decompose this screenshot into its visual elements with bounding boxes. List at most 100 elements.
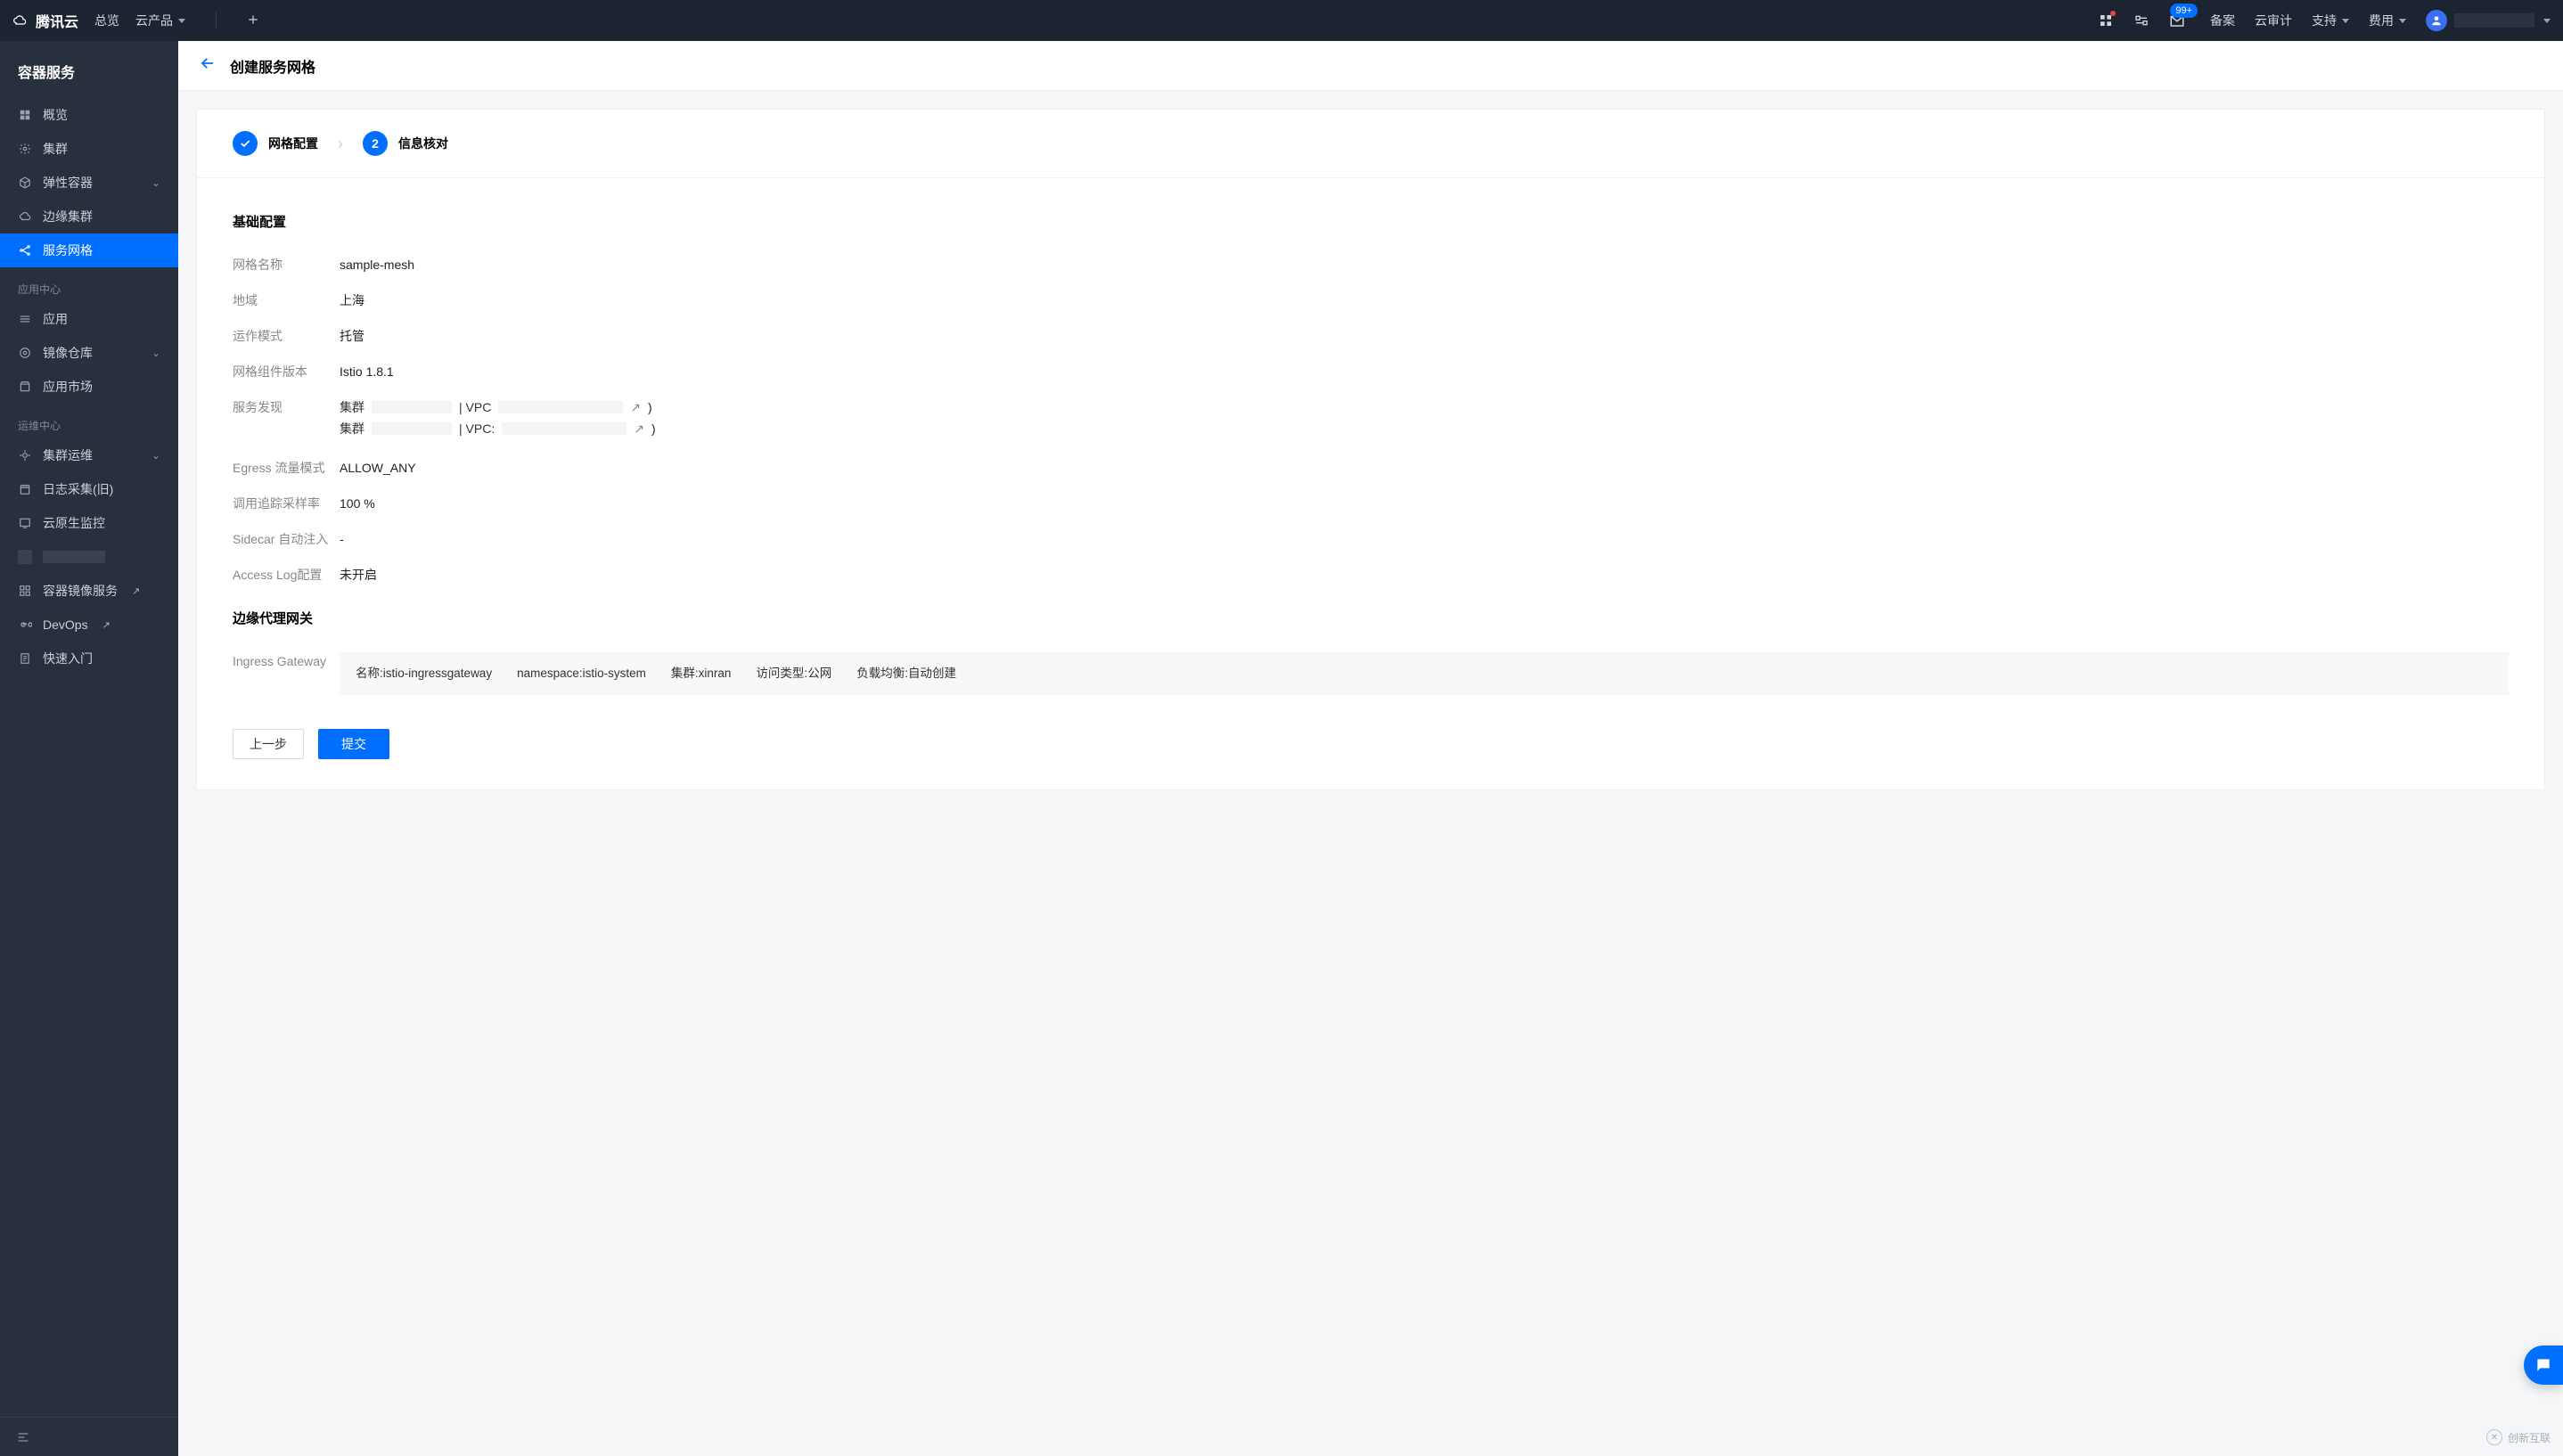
sidebar-item-clusterops[interactable]: 集群运维 ⌄: [0, 438, 178, 472]
row-sidecar: Sidecar 自动注入 -: [233, 521, 2509, 557]
user-menu[interactable]: [2426, 10, 2551, 31]
field-value: 托管: [340, 327, 364, 345]
apps-icon[interactable]: [2098, 12, 2114, 29]
row-version: 网格组件版本 Istio 1.8.1: [233, 354, 2509, 389]
nav-cost[interactable]: 费用: [2369, 12, 2406, 29]
sidebar-label: 集群: [43, 140, 68, 158]
top-bar: 腾讯云 总览 云产品 99+ 备案 云审计 支持 费用: [0, 0, 2563, 41]
step-2[interactable]: 2 信息核对: [363, 131, 448, 156]
field-label: 调用追踪采样率: [233, 495, 340, 512]
row-egress: Egress 流量模式 ALLOW_ANY: [233, 450, 2509, 486]
redacted: [372, 401, 452, 413]
nav-beian[interactable]: 备案: [2210, 12, 2235, 29]
form-card: 网格配置 › 2 信息核对 基础配置 网格名称 sample-mesh 地域 上…: [196, 109, 2545, 790]
page-title: 创建服务网格: [230, 55, 315, 77]
tools-icon[interactable]: [2133, 12, 2149, 29]
sidebar-item-redacted[interactable]: [0, 540, 178, 574]
sidebar-label: 概览: [43, 106, 68, 124]
separator: [216, 12, 217, 29]
sidebar: 容器服务 概览 集群 弹性容器 ⌄ 边缘集群 服务网格 应用中心 应用: [0, 41, 178, 1456]
sidebar-collapse[interactable]: [0, 1417, 178, 1456]
nav-audit[interactable]: 云审计: [2255, 12, 2292, 29]
sidebar-label: 应用市场: [43, 378, 93, 396]
row-discovery: 服务发现 集群 | VPC ↗ ) 集群: [233, 389, 2509, 450]
sidebar-label: 日志采集(旧): [43, 480, 113, 498]
watermark-text: 创新互联: [2508, 1430, 2551, 1445]
sidebar-item-mesh[interactable]: 服务网格: [0, 233, 178, 267]
chevron-down-icon: [2543, 19, 2551, 23]
ingress-gateway-summary: 名称:istio-ingressgateway namespace:istio-…: [340, 652, 2509, 695]
sidebar-item-logs[interactable]: 日志采集(旧): [0, 472, 178, 506]
wrench-icon: [18, 448, 32, 462]
chat-fab[interactable]: [2524, 1346, 2563, 1385]
sidebar-item-quickstart[interactable]: 快速入门: [0, 642, 178, 675]
field-value: 集群 | VPC ↗ ) 集群 | VPC: ↗: [340, 398, 656, 441]
sidebar-item-cloudmon[interactable]: 云原生监控: [0, 506, 178, 540]
top-right: 99+ 备案 云审计 支持 费用: [2098, 10, 2551, 31]
cube-icon: [18, 176, 32, 190]
discovery-line: 集群 | VPC: ↗ ): [340, 420, 656, 438]
back-button[interactable]: [200, 55, 216, 76]
mesh-icon: [18, 243, 32, 258]
notification-dot-icon: [2110, 11, 2116, 16]
field-label: 网格组件版本: [233, 363, 340, 380]
sidebar-label: 应用: [43, 310, 68, 328]
redacted: [498, 401, 623, 413]
external-link-icon[interactable]: ↗: [634, 420, 644, 438]
box-icon: [18, 550, 32, 564]
form-actions: 上一步 提交: [197, 706, 2544, 789]
inbox-icon[interactable]: 99+: [2169, 12, 2185, 29]
sidebar-item-market[interactable]: 应用市场: [0, 370, 178, 404]
main-area: 创建服务网格 网格配置 › 2 信息核对 基础配置 网格名: [178, 41, 2563, 1456]
chevron-down-icon: [2342, 19, 2349, 23]
row-accesslog: Access Log配置 未开启: [233, 557, 2509, 593]
watermark-icon: ✕: [2486, 1429, 2502, 1445]
external-link-icon[interactable]: ↗: [630, 398, 641, 416]
prev-button[interactable]: 上一步: [233, 729, 304, 759]
sidebar-label: 服务网格: [43, 241, 93, 259]
sidebar-item-devops[interactable]: DevOps ↗: [0, 608, 178, 642]
sidebar-item-image-repo[interactable]: 镜像仓库 ⌄: [0, 336, 178, 370]
check-icon: [233, 131, 258, 156]
cloud-logo-icon: [12, 13, 27, 28]
chevron-down-icon: ⌄: [151, 347, 160, 359]
step-number: 2: [363, 131, 388, 156]
disk-icon: [18, 346, 32, 360]
sidebar-label: 云原生监控: [43, 514, 105, 532]
sidebar-item-app[interactable]: 应用: [0, 302, 178, 336]
sidebar-label-redacted: [43, 551, 105, 563]
infinity-icon: [18, 618, 32, 632]
cloud-icon: [18, 209, 32, 224]
field-label: Egress 流量模式: [233, 459, 340, 477]
nav-support[interactable]: 支持: [2312, 12, 2349, 29]
sidebar-item-edge[interactable]: 边缘集群: [0, 200, 178, 233]
nav-overview[interactable]: 总览: [94, 12, 119, 29]
sidebar-item-tcr[interactable]: 容器镜像服务 ↗: [0, 574, 178, 608]
field-label: Ingress Gateway: [233, 652, 340, 670]
step-1[interactable]: 网格配置: [233, 131, 318, 156]
field-value: 100 %: [340, 495, 375, 512]
chevron-down-icon: ⌄: [151, 176, 160, 189]
field-label: 服务发现: [233, 398, 340, 416]
field-value: sample-mesh: [340, 256, 414, 274]
brand[interactable]: 腾讯云: [12, 10, 78, 31]
user-name-placeholder: [2454, 13, 2534, 28]
chevron-down-icon: [178, 19, 185, 23]
submit-button[interactable]: 提交: [318, 729, 389, 759]
gear-icon: [18, 142, 32, 156]
sidebar-item-overview[interactable]: 概览: [0, 98, 178, 132]
page-header: 创建服务网格: [178, 41, 2563, 91]
grid-icon: [18, 108, 32, 122]
redacted: [372, 422, 452, 435]
sidebar-label: DevOps: [43, 618, 88, 632]
avatar-icon: [2426, 10, 2447, 31]
sidebar-label: 镜像仓库: [43, 344, 93, 362]
sidebar-item-cluster[interactable]: 集群: [0, 132, 178, 166]
layers-icon: [18, 312, 32, 326]
add-tab-button[interactable]: [247, 13, 259, 29]
store-icon: [18, 380, 32, 394]
field-label: 网格名称: [233, 256, 340, 274]
nav-products[interactable]: 云产品: [135, 12, 185, 29]
step-label: 网格配置: [268, 135, 318, 152]
sidebar-item-eks[interactable]: 弹性容器 ⌄: [0, 166, 178, 200]
